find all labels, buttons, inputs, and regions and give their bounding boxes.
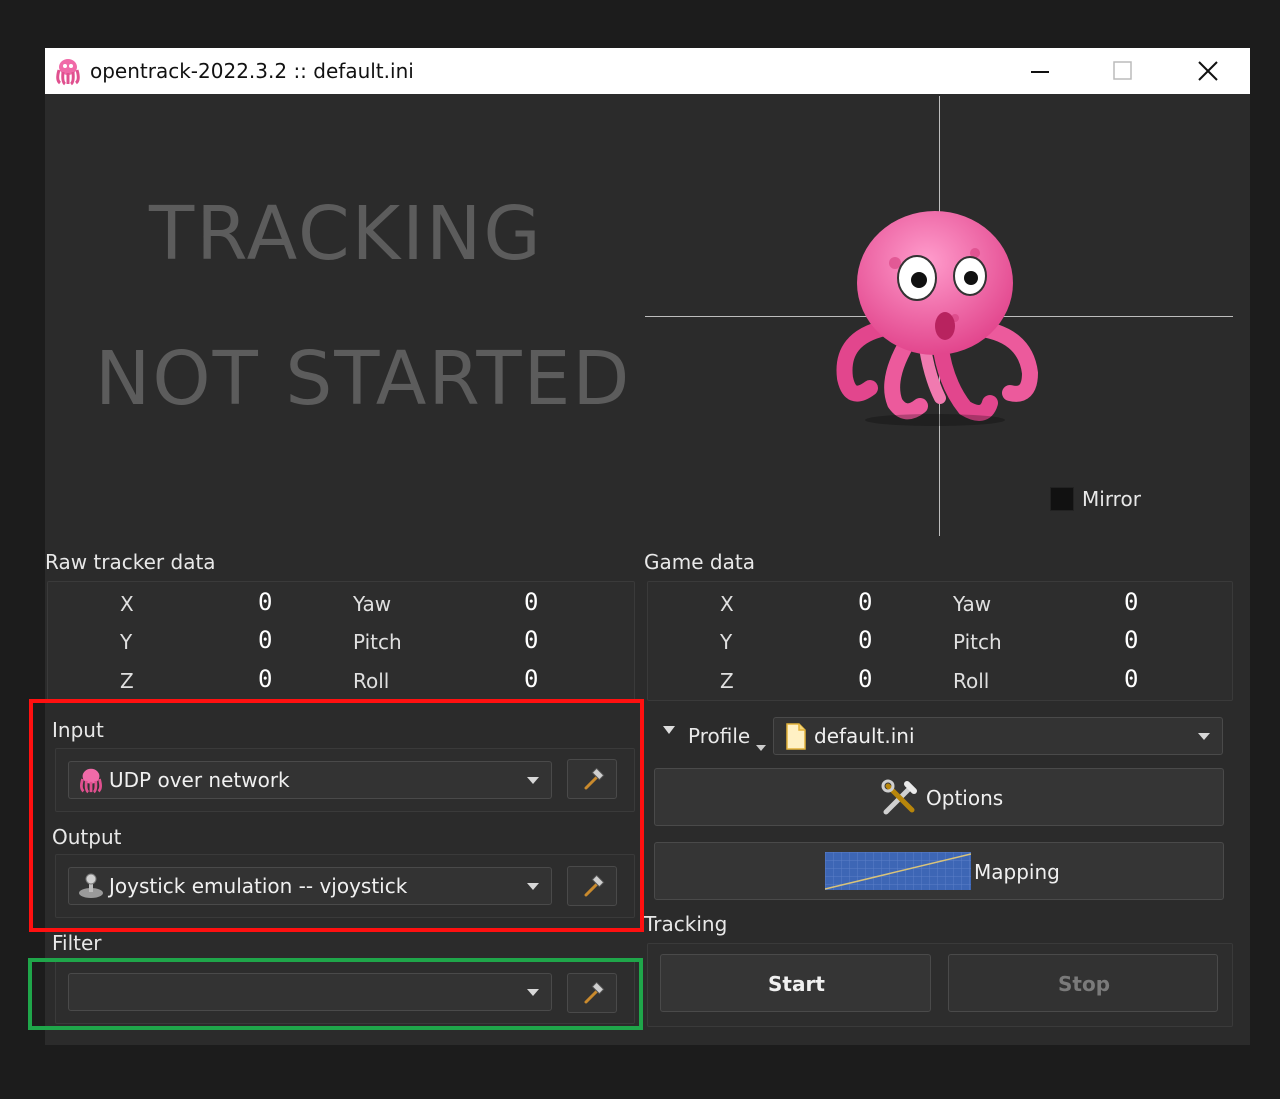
highlight-filter-box	[28, 958, 643, 1030]
raw-yaw-label: Yaw	[353, 592, 392, 616]
status-tracking-text: TRACKING	[149, 191, 543, 277]
mapping-label: Mapping	[974, 860, 1060, 884]
game-data-title: Game data	[644, 550, 755, 574]
raw-z-value: 0	[258, 665, 273, 693]
tools-icon	[881, 779, 917, 815]
raw-z-label: Z	[120, 669, 134, 693]
options-button[interactable]: Options	[654, 768, 1224, 826]
chevron-down-icon	[1198, 733, 1210, 740]
start-button[interactable]: Start	[660, 954, 931, 1012]
window-title: opentrack-2022.3.2 :: default.ini	[90, 59, 414, 83]
raw-roll-label: Roll	[353, 669, 390, 693]
game-pitch-label: Pitch	[953, 630, 1002, 654]
raw-x-label: X	[120, 592, 134, 616]
mapping-curve-icon	[825, 852, 971, 890]
maximize-button[interactable]	[1088, 48, 1158, 94]
start-label: Start	[768, 972, 825, 996]
profile-value: default.ini	[814, 724, 915, 748]
mirror-label: Mirror	[1082, 487, 1141, 511]
raw-tracker-title: Raw tracker data	[45, 550, 216, 574]
game-z-value: 0	[858, 665, 873, 693]
title-bar: opentrack-2022.3.2 :: default.ini	[45, 48, 1250, 94]
raw-x-value: 0	[258, 588, 273, 616]
game-y-value: 0	[858, 626, 873, 654]
highlight-input-output-box	[29, 699, 644, 932]
close-icon	[1198, 61, 1218, 81]
game-z-label: Z	[720, 669, 734, 693]
file-icon	[786, 723, 806, 750]
app-window: opentrack-2022.3.2 :: default.ini TRACKI…	[28, 48, 1250, 1045]
raw-tracker-group: X 0 Yaw 0 Y 0 Pitch 0 Z 0 Roll 0	[47, 581, 635, 701]
game-data-group: X 0 Yaw 0 Y 0 Pitch 0 Z 0 Roll 0	[647, 581, 1233, 701]
game-pitch-value: 0	[1124, 626, 1139, 654]
filter-label: Filter	[52, 931, 102, 955]
octopus-preview-icon	[836, 211, 1039, 426]
stop-button[interactable]: Stop	[948, 954, 1218, 1012]
profile-menu-arrow-icon[interactable]	[663, 726, 675, 734]
game-yaw-label: Yaw	[953, 592, 992, 616]
game-roll-label: Roll	[953, 669, 990, 693]
close-button[interactable]	[1173, 48, 1243, 94]
game-x-label: X	[720, 592, 734, 616]
raw-yaw-value: 0	[524, 588, 539, 616]
raw-pitch-value: 0	[524, 626, 539, 654]
status-not-started-text: NOT STARTED	[95, 336, 632, 422]
tracking-label: Tracking	[644, 912, 728, 936]
minimize-icon	[1031, 71, 1049, 73]
raw-y-value: 0	[258, 626, 273, 654]
mapping-button[interactable]: Mapping	[654, 842, 1224, 900]
mirror-checkbox[interactable]	[1050, 487, 1074, 511]
app-logo-icon	[56, 59, 80, 86]
maximize-icon	[1113, 61, 1132, 80]
profile-dropdown-small-icon[interactable]	[756, 745, 766, 751]
game-roll-value: 0	[1124, 665, 1139, 693]
options-label: Options	[926, 786, 1004, 810]
profile-select[interactable]: default.ini	[773, 717, 1223, 755]
game-yaw-value: 0	[1124, 588, 1139, 616]
minimize-button[interactable]	[1005, 48, 1075, 94]
profile-label: Profile	[688, 724, 751, 748]
raw-pitch-label: Pitch	[353, 630, 402, 654]
game-y-label: Y	[720, 630, 733, 654]
stop-label: Stop	[1058, 972, 1111, 996]
raw-y-label: Y	[120, 630, 133, 654]
raw-roll-value: 0	[524, 665, 539, 693]
game-x-value: 0	[858, 588, 873, 616]
